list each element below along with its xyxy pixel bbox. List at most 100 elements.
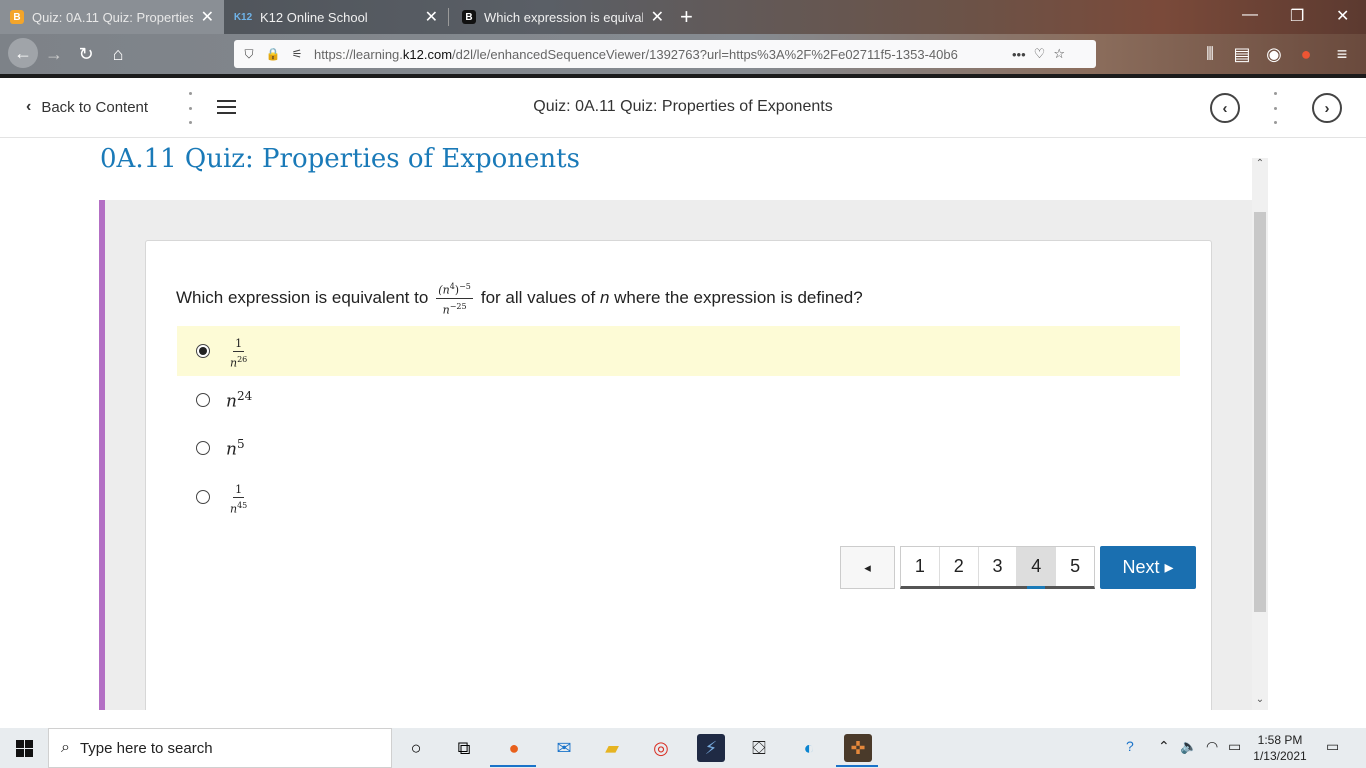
- store-icon[interactable]: ⛋: [745, 734, 773, 762]
- start-button[interactable]: [0, 728, 48, 768]
- firefox-icon[interactable]: ●: [500, 734, 528, 762]
- page-actions-icon[interactable]: •••: [1012, 47, 1026, 62]
- radio-button[interactable]: [196, 393, 210, 407]
- edge-icon[interactable]: ◐: [795, 734, 823, 762]
- url-bar[interactable]: ⛉ 🔒 ⚟ https://learning.k12.com/d2l/le/en…: [234, 40, 1096, 68]
- url-text[interactable]: https://learning.k12.com/d2l/le/enhanced…: [314, 47, 1004, 62]
- brainly-favicon-icon: B: [462, 10, 476, 24]
- active-app-indicator: [490, 765, 536, 767]
- game-icon[interactable]: ✜: [844, 734, 872, 762]
- fraction-denominator-base: n: [442, 303, 450, 317]
- cortana-icon[interactable]: ○: [402, 734, 430, 762]
- taskbar-search[interactable]: ⌕ Type here to search: [48, 728, 392, 768]
- k12-favicon-icon: K12: [233, 11, 253, 23]
- tab-separator: [448, 8, 449, 26]
- brainly-favicon-icon: B: [10, 10, 24, 24]
- wifi-icon[interactable]: ◠: [1206, 738, 1218, 755]
- chevron-right-icon: ›: [1324, 99, 1330, 117]
- system-clock[interactable]: 1:58 PM 1/13/2021: [1245, 732, 1315, 764]
- page-button-3[interactable]: 3: [979, 547, 1018, 586]
- answer-option-d[interactable]: 1 n45: [177, 472, 1180, 522]
- scrollbar-thumb[interactable]: [1254, 212, 1266, 612]
- library-icon[interactable]: ⫴: [1198, 42, 1222, 66]
- tab-title: K12 Online School: [260, 9, 368, 25]
- minimize-icon[interactable]: —: [1242, 6, 1258, 24]
- chrome-icon[interactable]: ◎: [647, 734, 675, 762]
- answer-option-b[interactable]: n24: [177, 375, 1180, 425]
- new-tab-plus-icon[interactable]: +: [680, 4, 693, 30]
- reload-icon[interactable]: ↻: [74, 42, 98, 66]
- close-icon[interactable]: ✕: [651, 7, 664, 27]
- forward-arrow-icon[interactable]: →: [42, 42, 66, 66]
- page-button-5[interactable]: 5: [1056, 547, 1094, 586]
- volume-icon[interactable]: 🔈: [1180, 738, 1197, 755]
- next-question-button[interactable]: Next ▸: [1100, 546, 1196, 589]
- question-variable: n: [599, 288, 610, 307]
- question-prefix: Which expression is equivalent to: [176, 288, 429, 307]
- back-arrow-icon[interactable]: ←: [8, 38, 38, 68]
- vertical-divider-dots: [1274, 92, 1278, 124]
- close-icon[interactable]: ✕: [201, 7, 214, 27]
- tab-k12[interactable]: K12 K12 Online School ✕: [224, 0, 448, 34]
- answer-option-c[interactable]: n5: [177, 423, 1180, 473]
- account-icon[interactable]: ◉: [1262, 42, 1286, 66]
- windows-logo-icon: [15, 739, 33, 757]
- page-button-2[interactable]: 2: [940, 547, 979, 586]
- help-icon[interactable]: ?: [1126, 738, 1134, 754]
- tab-brainly[interactable]: B Which expression is equivalent ✕: [452, 0, 674, 34]
- option-fraction: 1 n45: [230, 483, 247, 516]
- option-exponent: 24: [236, 388, 253, 403]
- tab-quiz[interactable]: B Quiz: 0A.11 Quiz: Properties of ✕: [0, 0, 224, 34]
- clock-time: 1:58 PM: [1257, 733, 1303, 747]
- answer-option-a[interactable]: 1 n26: [177, 326, 1180, 376]
- radio-button[interactable]: [196, 490, 210, 504]
- page-title: 0A.11 Quiz: Properties of Exponents: [100, 144, 580, 174]
- permissions-icon[interactable]: ⚟: [288, 47, 306, 61]
- option-exponent: 45: [237, 501, 248, 511]
- outer-exponent: −5: [459, 281, 471, 291]
- next-topic-button[interactable]: ›: [1312, 93, 1342, 123]
- content-header: ‹ Back to Content Quiz: 0A.11 Quiz: Prop…: [0, 78, 1366, 138]
- page-button-4[interactable]: 4: [1017, 547, 1057, 589]
- page-button-1[interactable]: 1: [901, 547, 940, 586]
- extension-icon[interactable]: ●: [1294, 42, 1318, 66]
- header-title: Quiz: 0A.11 Quiz: Properties of Exponent…: [533, 98, 833, 115]
- app-icon[interactable]: ⚡: [697, 734, 725, 762]
- lock-icon[interactable]: 🔒: [264, 47, 282, 61]
- question-text: Which expression is equivalent to (n4)−5…: [176, 280, 863, 316]
- radio-button[interactable]: [196, 441, 210, 455]
- fraction-numerator-base: (n: [438, 283, 450, 297]
- previous-question-button[interactable]: ◂: [840, 546, 895, 589]
- home-icon[interactable]: ⌂: [106, 42, 130, 66]
- previous-topic-button[interactable]: ‹: [1210, 93, 1240, 123]
- menu-icon[interactable]: ≡: [1330, 42, 1354, 66]
- question-suffix: where the expression is defined?: [614, 288, 863, 307]
- notification-icon[interactable]: ▭: [1326, 738, 1339, 755]
- window-close-icon[interactable]: ✕: [1336, 6, 1349, 26]
- battery-icon[interactable]: ▭: [1228, 738, 1241, 755]
- option-numerator: 1: [233, 337, 245, 353]
- chevron-up-icon[interactable]: ⌃: [1158, 738, 1170, 755]
- active-app-indicator: [836, 765, 878, 767]
- pocket-icon[interactable]: ♡: [1034, 46, 1046, 62]
- url-path: /d2l/le/enhancedSequenceViewer/1392763?u…: [452, 46, 958, 62]
- scroll-down-icon[interactable]: ⌄: [1252, 694, 1268, 705]
- scroll-up-icon[interactable]: ⌃: [1252, 158, 1268, 169]
- mail-icon[interactable]: ✉: [550, 734, 578, 762]
- close-icon[interactable]: ✕: [425, 7, 438, 27]
- file-explorer-icon[interactable]: ▰: [598, 734, 626, 762]
- question-fraction: (n4)−5 n−25: [436, 280, 473, 316]
- quiz-content: 0A.11 Quiz: Properties of Exponents Whic…: [0, 138, 1366, 710]
- url-domain: k12.com: [402, 46, 453, 62]
- question-middle: for all values of: [480, 288, 596, 307]
- shield-icon[interactable]: ⛉: [240, 47, 258, 62]
- bookmark-star-icon[interactable]: ☆: [1053, 46, 1065, 62]
- tab-title: Which expression is equivalent: [484, 9, 643, 25]
- chevron-left-icon: ‹: [1222, 99, 1228, 117]
- task-view-icon[interactable]: ⧉: [450, 734, 478, 762]
- sidebar-icon[interactable]: ▤: [1230, 42, 1254, 66]
- question-pagination: 1 2 3 4 5: [900, 546, 1095, 589]
- option-fraction: 1 n26: [230, 337, 247, 370]
- radio-button[interactable]: [196, 344, 210, 358]
- restore-icon[interactable]: ❐: [1290, 6, 1304, 26]
